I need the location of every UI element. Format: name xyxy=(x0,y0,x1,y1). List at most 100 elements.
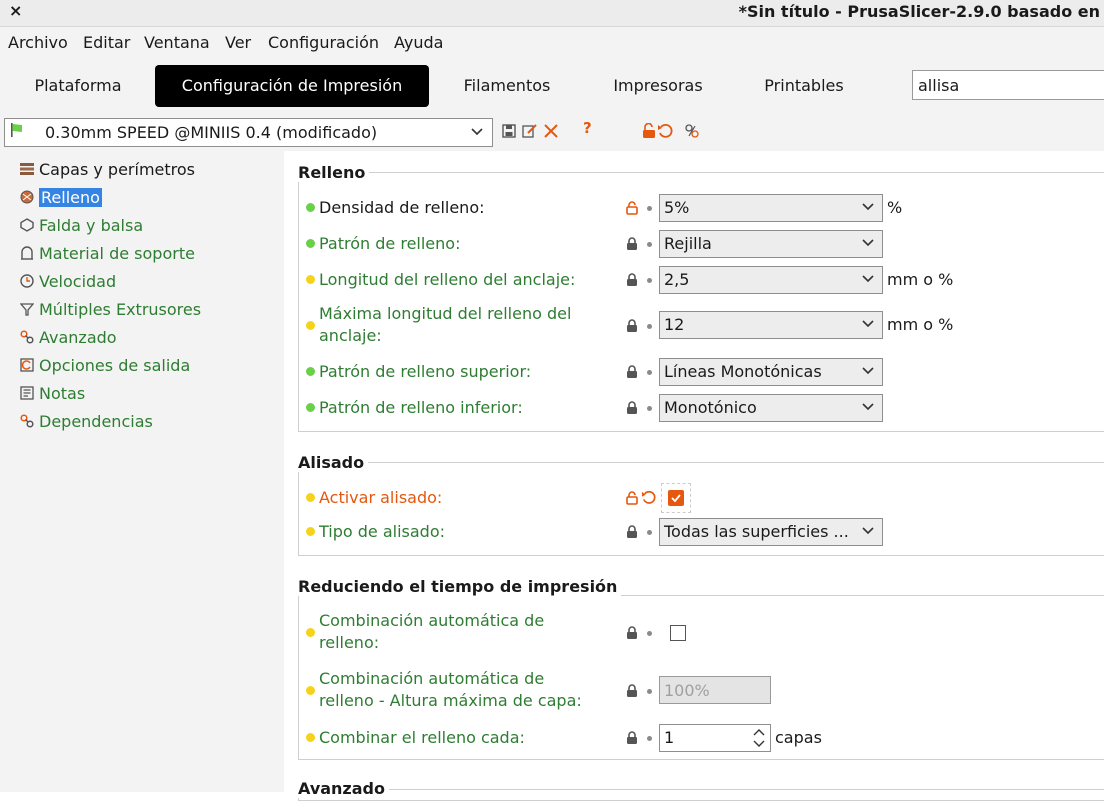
sidebar-item-notas[interactable]: Notas xyxy=(20,384,85,408)
setting-label-line2: relleno - Altura máxima de capa: xyxy=(319,691,582,710)
status-dot xyxy=(306,203,315,212)
tab-filamentos[interactable]: Filamentos xyxy=(452,65,562,107)
unit-label: mm o % xyxy=(887,315,954,334)
chevron-down-icon xyxy=(862,275,874,283)
sidebar-item-capas[interactable]: Capas y perímetros xyxy=(20,160,195,184)
anchor-length-combo[interactable]: 2,5 xyxy=(659,266,883,294)
sidebar-item-dependencias[interactable]: Dependencias xyxy=(20,412,153,436)
lock-icon[interactable] xyxy=(626,684,638,698)
clock-icon xyxy=(20,274,34,288)
tab-configuracion-impresion[interactable]: Configuración de Impresión xyxy=(155,65,429,107)
sidebar-item-soporte[interactable]: Material de soporte xyxy=(20,244,195,268)
max-layer-height-input[interactable]: 100% xyxy=(659,676,771,704)
chevron-down-icon xyxy=(471,128,483,136)
anchor-max-length-combo[interactable]: 12 xyxy=(659,311,883,339)
spin-up-icon[interactable] xyxy=(752,727,766,737)
menu-configuracion[interactable]: Configuración xyxy=(268,33,379,52)
infill-density-combo[interactable]: 5% xyxy=(659,194,883,222)
setting-label-line1: Combinación automática de xyxy=(319,611,545,630)
menu-archivo[interactable]: Archivo xyxy=(8,33,68,52)
settings-sidebar: Capas y perímetros Relleno Falda y balsa… xyxy=(0,151,284,792)
ironing-type-combo[interactable]: Todas las superficies ... xyxy=(659,518,883,546)
infill-icon xyxy=(20,190,34,204)
setting-label-line1: Combinación automática de xyxy=(319,669,545,688)
unlock-icon[interactable] xyxy=(626,491,638,505)
preset-name: 0.30mm SPEED @MINIIS 0.4 (modificado) xyxy=(45,123,378,142)
help-icon[interactable]: ? xyxy=(583,119,592,137)
lock-icon[interactable] xyxy=(626,273,638,287)
tab-printables[interactable]: Printables xyxy=(752,65,856,107)
lock-icon[interactable] xyxy=(626,626,638,640)
undo-icon[interactable] xyxy=(657,123,673,139)
infill-pattern-combo[interactable]: Rejilla xyxy=(659,230,883,258)
combine-every-spinner[interactable]: 1 xyxy=(659,724,771,752)
unlock-icon[interactable] xyxy=(642,123,656,139)
setting-label-line2: relleno: xyxy=(319,633,380,652)
lock-icon[interactable] xyxy=(626,237,638,251)
setting-label: Patrón de relleno superior: xyxy=(319,362,532,381)
bullet-icon xyxy=(647,242,652,247)
edit-icon[interactable] xyxy=(522,123,538,139)
chevron-down-icon xyxy=(862,239,874,247)
setting-label-line2: anclaje: xyxy=(319,326,382,345)
setting-row-patron: Patrón de relleno: Rejilla xyxy=(304,230,1084,258)
window-title: *Sin título - PrusaSlicer-2.9.0 basado e… xyxy=(738,2,1100,21)
setting-label: Longitud del relleno del anclaje: xyxy=(319,270,576,289)
chevron-down-icon xyxy=(862,403,874,411)
section-title-relleno: Relleno xyxy=(298,163,370,182)
combine-infill-checkbox[interactable] xyxy=(670,625,686,641)
status-dot xyxy=(306,321,315,330)
search-input[interactable]: allisa xyxy=(912,70,1104,100)
ironing-checkbox[interactable] xyxy=(668,490,684,506)
section-avanzado xyxy=(298,789,1104,801)
sidebar-item-extrusores[interactable]: Múltiples Extrusores xyxy=(20,300,201,324)
menu-editar[interactable]: Editar xyxy=(83,33,130,52)
top-pattern-combo[interactable]: Líneas Monotónicas xyxy=(659,358,883,386)
unlock-icon[interactable] xyxy=(626,201,638,215)
bullet-icon xyxy=(647,324,652,329)
layers-icon xyxy=(20,163,34,175)
tab-impresoras[interactable]: Impresoras xyxy=(600,65,716,107)
lock-icon[interactable] xyxy=(626,525,638,539)
preset-dropdown[interactable]: 0.30mm SPEED @MINIIS 0.4 (modificado) xyxy=(4,118,493,147)
bullet-icon xyxy=(647,278,652,283)
close-button[interactable]: × xyxy=(9,1,22,20)
skirt-icon xyxy=(20,218,34,232)
bullet-icon xyxy=(647,689,652,694)
unit-label: capas xyxy=(775,728,822,747)
support-icon xyxy=(21,246,33,260)
lock-icon[interactable] xyxy=(626,365,638,379)
sidebar-item-relleno[interactable]: Relleno xyxy=(20,188,102,212)
bottom-pattern-combo[interactable]: Monotónico xyxy=(659,394,883,422)
lock-icon[interactable] xyxy=(626,731,638,745)
sidebar-item-salida[interactable]: Opciones de salida xyxy=(20,356,190,380)
delete-icon[interactable] xyxy=(543,123,559,139)
compare-icon[interactable] xyxy=(685,124,699,138)
setting-label: Patrón de relleno inferior: xyxy=(319,398,523,417)
menu-ayuda[interactable]: Ayuda xyxy=(394,33,443,52)
status-dot xyxy=(306,239,315,248)
setting-row-activar-alisado: Activar alisado: xyxy=(304,483,1084,513)
tab-plataforma[interactable]: Plataforma xyxy=(24,65,132,107)
lock-icon[interactable] xyxy=(626,401,638,415)
undo-icon[interactable] xyxy=(641,490,656,505)
bullet-icon xyxy=(647,530,652,535)
bullet-icon xyxy=(647,206,652,211)
save-icon[interactable] xyxy=(502,124,516,138)
sidebar-item-avanzado[interactable]: Avanzado xyxy=(20,328,117,352)
status-dot xyxy=(306,493,315,502)
menu-ventana[interactable]: Ventana xyxy=(144,33,210,52)
status-dot xyxy=(306,733,315,742)
lock-icon[interactable] xyxy=(626,319,638,333)
sidebar-item-velocidad[interactable]: Velocidad xyxy=(20,272,116,296)
menu-ver[interactable]: Ver xyxy=(225,33,251,52)
chevron-down-icon xyxy=(862,320,874,328)
setting-row-inferior: Patrón de relleno inferior: Monotónico xyxy=(304,394,1084,422)
status-dot xyxy=(306,367,315,376)
wrench-icon xyxy=(20,330,34,344)
spin-down-icon[interactable] xyxy=(752,739,766,749)
funnel-icon xyxy=(20,303,34,316)
setting-label: Patrón de relleno: xyxy=(319,234,461,253)
chevron-down-icon xyxy=(862,367,874,375)
sidebar-item-falda[interactable]: Falda y balsa xyxy=(20,216,143,240)
